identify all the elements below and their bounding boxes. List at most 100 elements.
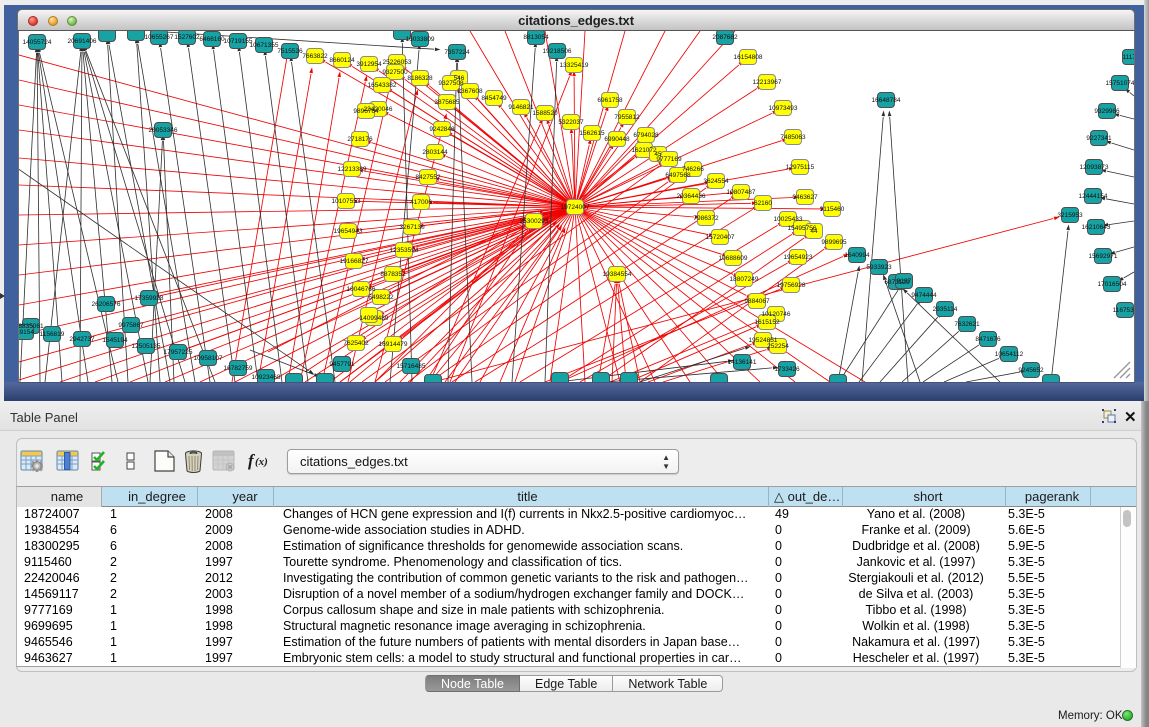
svg-text:9329966: 9329966 bbox=[1094, 108, 1120, 115]
svg-text:1621072: 1621072 bbox=[631, 147, 657, 154]
svg-text:2087682: 2087682 bbox=[712, 34, 738, 41]
svg-text:25300293: 25300293 bbox=[520, 218, 549, 225]
svg-text:10671355: 10671355 bbox=[250, 42, 279, 49]
svg-text:16033809: 16033809 bbox=[406, 36, 435, 43]
svg-text:3624554: 3624554 bbox=[703, 178, 729, 185]
svg-text:9777169: 9777169 bbox=[656, 156, 682, 163]
svg-text:3912954: 3912954 bbox=[356, 61, 382, 68]
svg-text:11172: 11172 bbox=[1122, 54, 1134, 61]
svg-text:7955812: 7955812 bbox=[614, 114, 640, 121]
svg-text:18807249: 18807249 bbox=[730, 276, 759, 283]
svg-text:3875685: 3875685 bbox=[434, 99, 460, 106]
svg-text:7663822: 7663822 bbox=[302, 53, 328, 60]
svg-text:19166827: 19166827 bbox=[340, 258, 369, 265]
svg-text:7632621: 7632621 bbox=[954, 321, 980, 328]
svg-text:1562615: 1562615 bbox=[579, 130, 605, 137]
svg-text:1615152: 1615152 bbox=[754, 319, 780, 326]
svg-text:8427552: 8427552 bbox=[415, 174, 441, 181]
svg-text:8454749: 8454749 bbox=[481, 95, 507, 102]
svg-text:10655267: 10655267 bbox=[145, 34, 174, 41]
svg-text:9227341: 9227341 bbox=[1086, 135, 1112, 142]
svg-text:12505135: 12505135 bbox=[132, 343, 161, 350]
svg-text:5322037: 5322037 bbox=[558, 119, 584, 126]
svg-text:12444154: 12444154 bbox=[1079, 193, 1108, 200]
svg-text:12353594: 12353594 bbox=[390, 247, 419, 254]
svg-text:8471676: 8471676 bbox=[975, 336, 1001, 343]
svg-text:39154: 39154 bbox=[19, 329, 34, 336]
svg-text:10107553: 10107553 bbox=[332, 198, 361, 205]
svg-text:12975115: 12975115 bbox=[786, 164, 815, 171]
svg-text:10923468: 10923468 bbox=[252, 374, 281, 381]
svg-text:44: 44 bbox=[810, 228, 818, 235]
svg-text:7625402: 7625402 bbox=[343, 340, 369, 347]
svg-text:7986372: 7986372 bbox=[693, 215, 719, 222]
svg-text:9975867: 9975867 bbox=[118, 322, 144, 329]
svg-text:15692971: 15692971 bbox=[1089, 253, 1118, 260]
svg-text:10688609: 10688609 bbox=[719, 255, 748, 262]
svg-text:1545194: 1545194 bbox=[102, 337, 128, 344]
svg-text:15716485: 15716485 bbox=[397, 363, 426, 370]
svg-text:9896764: 9896764 bbox=[353, 108, 379, 115]
svg-text:19218506: 19218506 bbox=[543, 48, 572, 55]
svg-text:2942737: 2942737 bbox=[69, 336, 95, 343]
svg-text:9884067: 9884067 bbox=[744, 298, 770, 305]
svg-text:9115460: 9115460 bbox=[820, 206, 845, 213]
svg-text:10807487: 10807487 bbox=[727, 189, 756, 196]
svg-text:8660124: 8660124 bbox=[329, 57, 355, 64]
svg-text:1167533: 1167533 bbox=[1113, 307, 1134, 314]
svg-text:9463627: 9463627 bbox=[792, 194, 818, 201]
svg-text:14055724: 14055724 bbox=[23, 39, 52, 46]
svg-text:9899695: 9899695 bbox=[821, 239, 847, 246]
svg-text:6466160: 6466160 bbox=[199, 36, 225, 43]
svg-text:62160: 62160 bbox=[754, 200, 772, 207]
svg-text:1527602: 1527602 bbox=[174, 34, 200, 41]
svg-text:16543382: 16543382 bbox=[368, 82, 397, 89]
svg-text:15720407: 15720407 bbox=[706, 234, 735, 241]
svg-text:9245652: 9245652 bbox=[1018, 367, 1044, 374]
svg-text:16154808: 16154808 bbox=[734, 54, 763, 61]
svg-text:9327500: 9327500 bbox=[382, 69, 408, 76]
svg-text:19756928: 19756928 bbox=[777, 282, 806, 289]
svg-text:(x): (x) bbox=[255, 456, 268, 468]
svg-text:9242848: 9242848 bbox=[429, 126, 455, 133]
svg-text:1156819: 1156819 bbox=[40, 331, 65, 338]
svg-text:1733426: 1733426 bbox=[774, 366, 800, 373]
svg-text:2803144: 2803144 bbox=[422, 149, 448, 156]
svg-text:6794028: 6794028 bbox=[633, 132, 659, 139]
svg-text:20691406: 20691406 bbox=[68, 38, 97, 45]
svg-text:13325419: 13325419 bbox=[560, 62, 589, 69]
svg-text:19654923: 19654923 bbox=[784, 254, 813, 261]
svg-text:19384554: 19384554 bbox=[603, 271, 632, 278]
svg-text:3267130: 3267130 bbox=[399, 224, 425, 231]
svg-text:1588520: 1588520 bbox=[532, 110, 558, 117]
svg-text:12213967: 12213967 bbox=[753, 79, 782, 86]
svg-text:12093873: 12093873 bbox=[1080, 164, 1109, 171]
svg-text:16782759: 16782759 bbox=[224, 365, 253, 372]
svg-text:17957225: 17957225 bbox=[164, 349, 193, 356]
svg-text:14136141: 14136141 bbox=[728, 359, 757, 366]
svg-text:9197: 9197 bbox=[897, 278, 912, 285]
svg-text:10958107: 10958107 bbox=[194, 355, 223, 362]
svg-text:8813054: 8813054 bbox=[523, 34, 549, 41]
svg-text:6497568: 6497568 bbox=[665, 172, 691, 179]
svg-text:7515526: 7515526 bbox=[277, 48, 303, 55]
svg-text:6961758: 6961758 bbox=[597, 97, 623, 104]
svg-text:16210643: 16210643 bbox=[1082, 224, 1111, 231]
svg-text:7485063: 7485063 bbox=[780, 134, 806, 141]
svg-text:1640994: 1640994 bbox=[844, 252, 870, 259]
svg-text:9146821: 9146821 bbox=[508, 104, 534, 111]
svg-text:252254: 252254 bbox=[767, 343, 789, 350]
svg-text:25226053: 25226053 bbox=[383, 59, 412, 66]
svg-text:14099489: 14099489 bbox=[360, 315, 389, 322]
svg-text:9474444: 9474444 bbox=[911, 292, 937, 299]
svg-text:12213389: 12213389 bbox=[338, 166, 367, 173]
svg-text:20053346: 20053346 bbox=[149, 127, 178, 134]
svg-text:2718176: 2718176 bbox=[347, 136, 373, 143]
svg-text:16914479: 16914479 bbox=[379, 341, 408, 348]
svg-text:16648784: 16648784 bbox=[872, 97, 901, 104]
svg-text:19724007: 19724007 bbox=[561, 204, 590, 211]
svg-text:8186328: 8186328 bbox=[407, 75, 433, 82]
svg-text:6990448: 6990448 bbox=[604, 136, 630, 143]
svg-text:15751074: 15751074 bbox=[1106, 80, 1134, 87]
svg-text:10046766: 10046766 bbox=[347, 286, 376, 293]
